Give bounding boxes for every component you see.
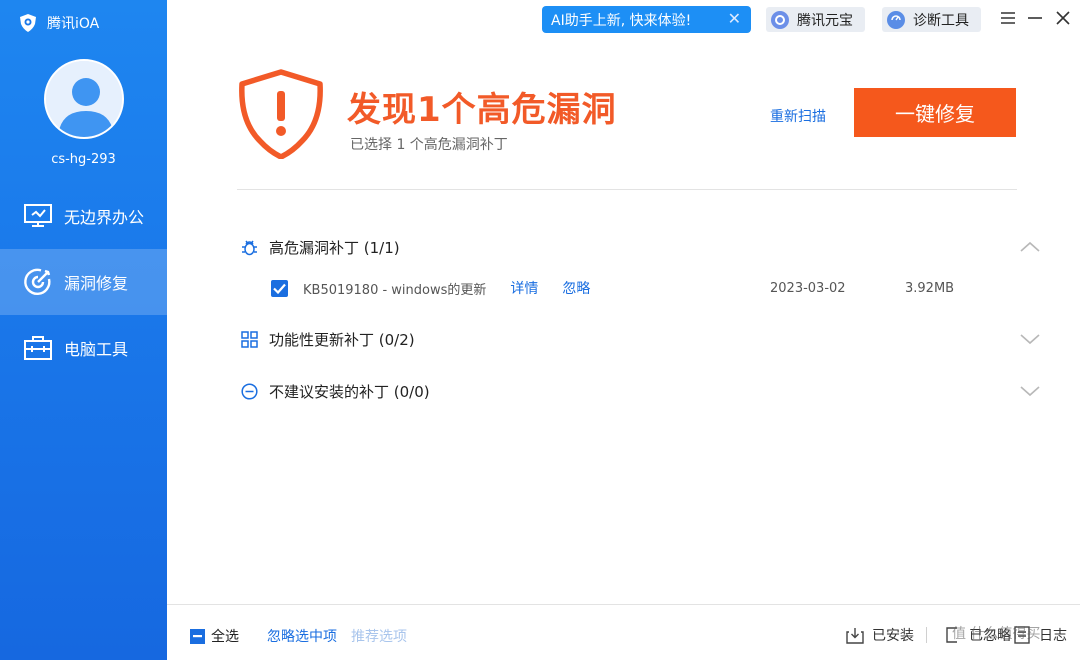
- minimize-icon[interactable]: [1022, 6, 1048, 30]
- ioa-logo-icon: [18, 13, 38, 33]
- page-title: 发现1个高危漏洞: [347, 90, 617, 130]
- select-all-label: 全选: [211, 629, 239, 645]
- sidebar-item-label: 漏洞修复: [64, 274, 129, 293]
- sidebar-item-pc-tools[interactable]: 电脑工具: [0, 315, 167, 381]
- diagnostic-label: 诊断工具: [913, 12, 969, 29]
- target-icon: [23, 267, 53, 297]
- sidebar-item-vulnerability-fix[interactable]: 漏洞修复: [0, 249, 167, 315]
- chevron-down-icon[interactable]: [1020, 381, 1040, 401]
- patch-row: KB5019180 - windows的更新 详情 忽略 2023-03-02 …: [271, 277, 1011, 299]
- brand: 腾讯iOA: [18, 12, 99, 34]
- ignore-selected-link[interactable]: 忽略选中项: [267, 626, 337, 646]
- close-icon[interactable]: ✕: [728, 9, 741, 28]
- username: cs-hg-293: [51, 152, 116, 167]
- recommended-options-link[interactable]: 推荐选项: [351, 626, 407, 646]
- sidebar-item-label: 电脑工具: [64, 340, 129, 359]
- log-label: 日志: [1039, 628, 1067, 644]
- chevron-down-icon[interactable]: [1020, 329, 1040, 349]
- warning-shield-icon: [238, 69, 324, 160]
- avatar[interactable]: [44, 59, 124, 139]
- patch-size: 3.92MB: [905, 280, 955, 296]
- patch-ignore-link[interactable]: 忽略: [562, 278, 590, 298]
- partial-check-icon: [190, 628, 205, 644]
- yuanbao-icon: [771, 10, 789, 29]
- sidebar-item-borderless-office[interactable]: 无边界办公: [0, 183, 167, 249]
- footer-bar: 全选 忽略选中项 推荐选项 已安装 已忽略 日志: [167, 604, 1080, 660]
- app-name: 腾讯iOA: [47, 16, 100, 32]
- sidebar: 腾讯iOA cs-hg-293 无边界办公 漏洞修复 电脑工具: [0, 0, 167, 660]
- patch-date: 2023-03-02: [770, 280, 846, 296]
- divider: [926, 627, 927, 643]
- yuanbao-button[interactable]: 腾讯元宝: [766, 7, 865, 32]
- select-all-checkbox[interactable]: 全选: [190, 626, 239, 646]
- grid-icon: [240, 330, 259, 349]
- download-tray-icon: [845, 626, 864, 645]
- section-high-risk-patches[interactable]: 高危漏洞补丁 (1/1): [240, 235, 1040, 259]
- ai-assistant-promo[interactable]: AI助手上新, 快来体验! ✕: [542, 6, 751, 33]
- patch-name: KB5019180 - windows的更新: [303, 282, 487, 298]
- diagnostic-icon: [887, 10, 905, 29]
- ai-promo-text: AI助手上新, 快来体验!: [551, 12, 692, 29]
- one-click-fix-button[interactable]: 一键修复: [854, 88, 1016, 137]
- section-title: 功能性更新补丁 (0/2): [269, 330, 415, 349]
- selection-summary: 已选择 1 个高危漏洞补丁: [350, 137, 508, 153]
- minus-circle-icon: [240, 382, 259, 401]
- yuanbao-label: 腾讯元宝: [797, 12, 853, 29]
- section-title: 不建议安装的补丁 (0/0): [269, 382, 430, 401]
- bug-icon: [240, 238, 259, 257]
- section-feature-update-patches[interactable]: 功能性更新补丁 (0/2): [240, 327, 1040, 351]
- section-title: 高危漏洞补丁 (1/1): [269, 238, 400, 257]
- monitor-icon: [23, 201, 53, 231]
- user-avatar-icon: [46, 61, 122, 137]
- section-not-recommended-patches[interactable]: 不建议安装的补丁 (0/0): [240, 379, 1040, 403]
- installed-label: 已安装: [872, 628, 914, 644]
- patch-details-link[interactable]: 详情: [510, 278, 538, 298]
- installed-button[interactable]: 已安装: [845, 625, 914, 645]
- chevron-up-icon[interactable]: [1020, 237, 1040, 257]
- rescan-link[interactable]: 重新扫描: [770, 106, 826, 126]
- divider: [237, 189, 1017, 190]
- diagnostic-tool-button[interactable]: 诊断工具: [882, 7, 981, 32]
- sidebar-item-label: 无边界办公: [64, 208, 145, 227]
- menu-icon[interactable]: [995, 6, 1021, 30]
- patch-checkbox[interactable]: [271, 279, 288, 297]
- toolbox-icon: [23, 333, 53, 363]
- close-window-icon[interactable]: [1050, 6, 1076, 30]
- watermark: 值 什么值得买: [952, 626, 1041, 642]
